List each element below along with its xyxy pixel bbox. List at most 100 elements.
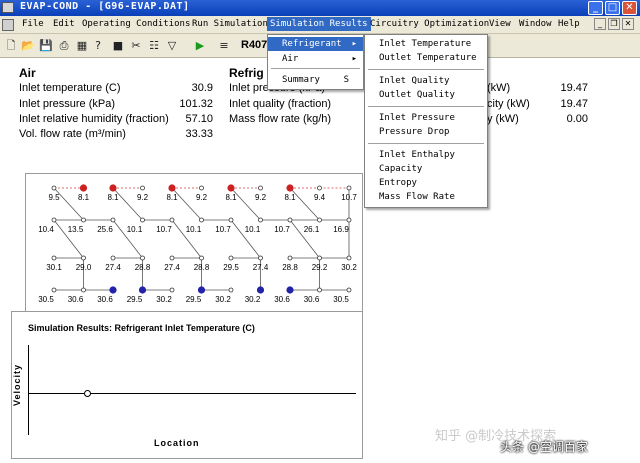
submenu-pressure-drop[interactable]: Pressure Drop	[365, 125, 487, 139]
tube-node	[258, 255, 263, 261]
mdi-minimize-button[interactable]: _	[594, 18, 606, 30]
tube-temperature: 10.1	[186, 225, 202, 234]
tube-node	[169, 217, 175, 223]
new-file-icon[interactable]: 🗋	[3, 38, 19, 54]
maximize-button[interactable]: □	[605, 1, 620, 15]
tube-node	[228, 287, 234, 293]
menu-run-simulation[interactable]: Run Simulation	[192, 19, 268, 29]
submenu-inlet-temperature[interactable]: Inlet Temperature	[365, 37, 487, 51]
submenu-arrow-icon: ▸	[351, 39, 357, 49]
tube-node	[79, 184, 88, 192]
tube-node	[346, 287, 352, 293]
submenu-arrow-icon: ▸	[351, 54, 357, 64]
menu-file[interactable]: File	[22, 19, 44, 29]
tube-node	[286, 286, 294, 294]
menu-simulation-results[interactable]: Simulation Results	[267, 17, 371, 31]
tube-node	[110, 217, 116, 223]
submenu-outlet-temperature[interactable]: Outlet Temperature	[365, 51, 487, 65]
tube-temperature: 8.1	[107, 193, 119, 202]
tube-temperature: 28.8	[282, 263, 298, 272]
preview-icon[interactable]: ▦	[74, 38, 90, 54]
tube-temperature: 16.9	[333, 225, 349, 234]
run-icon[interactable]: ▶	[192, 38, 208, 54]
app-icon[interactable]	[2, 2, 14, 13]
tube-temperature: 30.2	[215, 295, 231, 302]
tube-temperature: 30.2	[156, 295, 172, 302]
tube-node	[138, 286, 147, 294]
menu-item-refrigerant[interactable]: Refrigerant ▸	[268, 37, 363, 51]
tube-node	[169, 255, 175, 261]
refrigerant-label: Mass flow rate (kg/h)	[229, 113, 332, 125]
tube-temperature: 13.5	[68, 225, 84, 234]
chart-x-label: Location	[154, 438, 200, 448]
menu-circuitry-optimization[interactable]: Circuitry Optimization	[370, 19, 489, 29]
menu-item-air[interactable]: Air ▸	[268, 52, 363, 66]
tube-temperature: 28.8	[194, 263, 210, 272]
filter-icon[interactable]: ▽	[164, 38, 180, 54]
menu-view[interactable]: View	[489, 19, 511, 29]
save-icon[interactable]: 💾	[38, 38, 54, 54]
submenu-capacity[interactable]: Capacity	[365, 162, 487, 176]
tube-node	[81, 217, 86, 223]
tube-node	[258, 217, 263, 223]
tube-temperature: 10.7	[156, 225, 172, 234]
tube-temperature: 10.1	[127, 225, 143, 234]
menu-bar: File Edit Operating Conditions Run Simul…	[0, 16, 640, 34]
help-icon[interactable]: ?	[90, 38, 106, 54]
simulation-results-menu: Refrigerant ▸ Air ▸ Summary S	[267, 34, 364, 90]
submenu-entropy[interactable]: Entropy	[365, 176, 487, 190]
menu-item-summary[interactable]: Summary S	[268, 73, 363, 87]
tube-temperature: 9.4	[314, 193, 326, 202]
menu-lines-icon[interactable]: ≡	[216, 38, 232, 54]
minimize-button[interactable]: _	[588, 1, 603, 15]
tube-temperature: 29.2	[312, 263, 328, 272]
tube-temperature: 9.2	[137, 193, 149, 202]
menu-separator	[271, 68, 360, 69]
tube-temperature: 27.4	[253, 263, 269, 272]
document-icon[interactable]	[2, 19, 14, 31]
tube-temperature: 27.4	[164, 263, 180, 272]
list-icon[interactable]: ☷	[146, 38, 162, 54]
submenu-mass-flow-rate[interactable]: Mass Flow Rate	[365, 190, 487, 204]
tube-node	[199, 255, 204, 261]
tube-temperature: 10.7	[274, 225, 290, 234]
tube-node	[287, 217, 293, 223]
submenu-outlet-quality[interactable]: Outlet Quality	[365, 88, 487, 102]
menu-window[interactable]: Window	[519, 19, 552, 29]
air-value: 33.33	[185, 128, 213, 140]
chart-point	[84, 390, 91, 397]
tools-icon[interactable]: ✂	[128, 38, 144, 54]
tube-temperature: 30.1	[46, 263, 62, 272]
tube-node	[81, 255, 86, 261]
tube-node	[346, 255, 352, 261]
submenu-inlet-enthalpy[interactable]: Inlet Enthalpy	[365, 148, 487, 162]
tube-node	[140, 185, 145, 191]
mdi-close-button[interactable]: ✕	[622, 18, 634, 30]
menu-separator	[368, 143, 484, 144]
mdi-restore-button[interactable]: ❐	[608, 18, 620, 30]
menu-help[interactable]: Help	[558, 19, 580, 29]
tube-temperature: 9.5	[48, 193, 60, 202]
tube-node	[110, 255, 116, 261]
menu-operating-conditions[interactable]: Operating Conditions	[82, 19, 190, 29]
tube-temperature: 30.5	[333, 295, 349, 302]
tube-node	[140, 217, 145, 223]
air-value: 57.10	[185, 113, 213, 125]
capacity-value: 0.00	[566, 113, 588, 125]
tube-node	[346, 217, 352, 223]
print-icon[interactable]: ⎙	[56, 38, 72, 54]
tube-node	[317, 217, 322, 223]
tube-temperature: 29.5	[223, 263, 239, 272]
tube-temperature: 8.1	[225, 193, 237, 202]
tube-temperature: 10.4	[38, 225, 54, 234]
close-button[interactable]: ✕	[622, 1, 637, 15]
menu-edit[interactable]: Edit	[53, 19, 75, 29]
refrigerant-section-title: Refrig	[229, 66, 264, 80]
open-folder-icon[interactable]: 📂	[20, 38, 36, 54]
submenu-inlet-pressure[interactable]: Inlet Pressure	[365, 111, 487, 125]
evaporator-icon[interactable]: ■	[110, 38, 126, 54]
air-label: Inlet pressure (kPa)	[19, 98, 115, 110]
tube-node	[51, 255, 57, 261]
tube-temperature: 30.2	[341, 263, 357, 272]
submenu-inlet-quality[interactable]: Inlet Quality	[365, 74, 487, 88]
